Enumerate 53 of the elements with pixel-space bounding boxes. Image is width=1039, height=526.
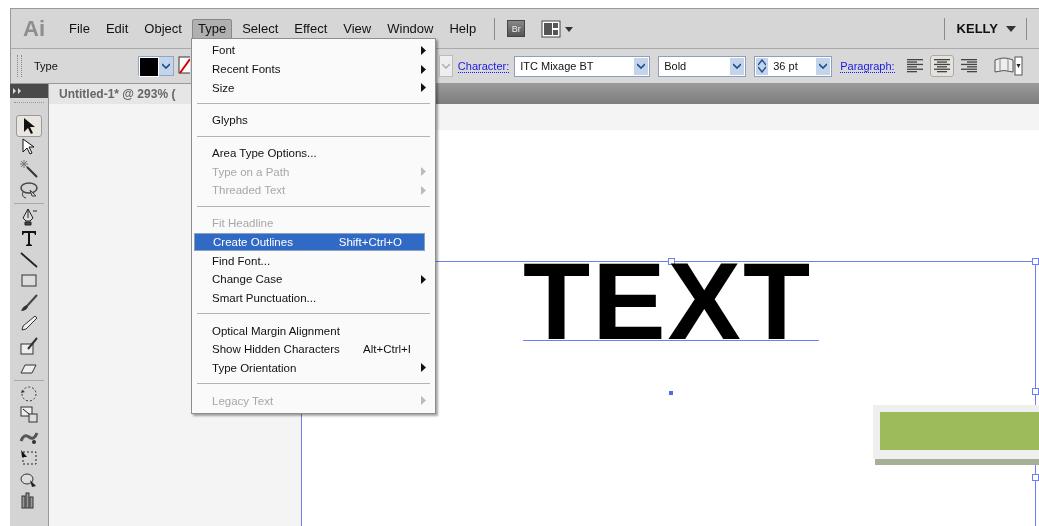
menu-option[interactable]: Area Type Options... [194,143,433,163]
magic-wand-icon [19,158,39,179]
envelope-button[interactable] [992,56,1023,76]
blob-brush-icon [19,335,39,356]
spinner-arrows-icon[interactable] [758,59,767,73]
menu-item[interactable]: Window [381,18,440,39]
menu-option[interactable]: Type Orientation [194,358,433,378]
rotate-icon [19,383,39,404]
font-style-dropdown[interactable]: Bold [658,55,747,77]
toolbox-header[interactable] [10,84,48,98]
menu-option[interactable]: Recent Fonts [194,59,433,79]
selection-tool[interactable] [16,115,42,137]
center-point [669,391,673,395]
menu-option[interactable]: Optical Margin Alignment [194,321,433,340]
menu-item[interactable]: Type [191,18,233,39]
chevron-down-icon [161,63,170,69]
align-center-button[interactable] [929,55,954,77]
menu-item[interactable]: Effect [288,18,334,39]
lasso-icon [19,180,39,201]
arrange-documents-button[interactable] [541,19,576,38]
font-dropdown[interactable]: ITC Mixage BT [514,55,651,77]
menu-item[interactable]: Edit [99,18,135,39]
app-logo: Ai [23,15,45,42]
bridge-button[interactable]: Br [507,20,526,37]
menu-option[interactable]: Smart Punctuation... [194,288,433,308]
paragraph-link[interactable]: Paragraph: [840,59,895,73]
artboard-text[interactable]: TEXT [523,241,813,361]
menu-option[interactable]: Glyphs [194,111,433,130]
chevron-down-icon [637,63,646,69]
stroke-swatch[interactable] [177,56,190,76]
fill-swatch[interactable] [137,56,174,76]
selection-type-label: Type [34,60,58,72]
line-icon [19,249,39,270]
menu-item[interactable]: File [63,18,96,39]
menu-option[interactable]: Font [194,41,433,60]
type-icon [19,228,39,249]
menu-item[interactable]: Help [443,18,483,39]
menu-item[interactable]: Object [138,18,188,39]
font-size-field[interactable]: 36 pt [754,55,833,77]
character-link[interactable]: Character: [457,59,510,73]
chevron-down-icon [819,63,828,69]
scale-icon [19,405,39,426]
menu-option[interactable]: Change Case [194,269,433,289]
workspace-switcher[interactable]: KELLY [956,21,1016,36]
menu-option[interactable]: Show Hidden Characters Alt+Ctrl+I [194,339,433,359]
menu-item[interactable]: View [337,18,378,39]
double-arrow-icon [13,88,23,94]
menu-option[interactable]: Create Outlines Shift+Ctrl+O [194,232,425,252]
menu-option[interactable]: Find Font... [194,251,433,270]
chevron-down-icon [733,63,742,69]
paintbrush-icon [19,292,39,313]
caret-icon [1006,24,1016,33]
menu-item[interactable]: Select [236,18,285,39]
